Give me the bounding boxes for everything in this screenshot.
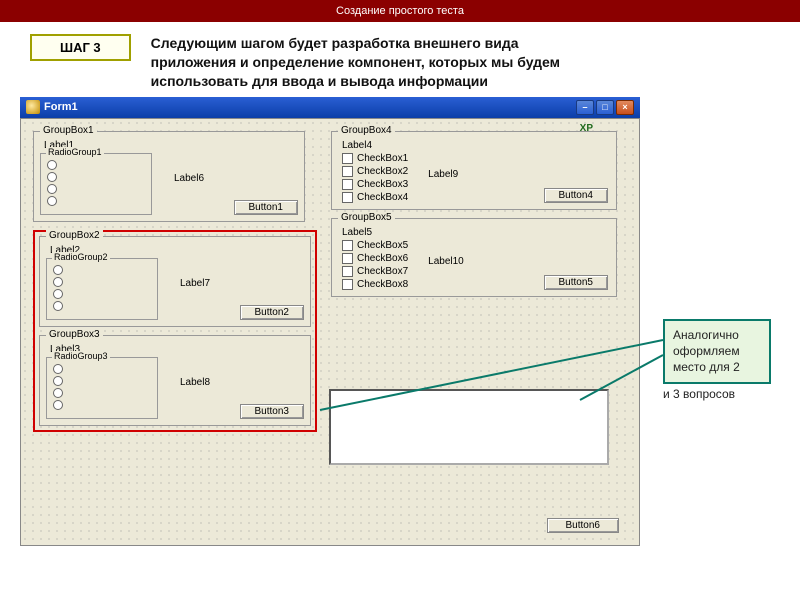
radio-item[interactable]: [53, 400, 151, 410]
checkbox-item[interactable]: CheckBox1: [342, 153, 408, 164]
radio-item[interactable]: [47, 160, 145, 170]
checkbox-label: CheckBox2: [357, 166, 408, 177]
checkbox-label: CheckBox5: [357, 240, 408, 251]
radiogroup-3[interactable]: RadioGroup3: [46, 357, 158, 419]
groupbox-title: GroupBox4: [338, 125, 395, 136]
radiogroup-2[interactable]: RadioGroup2: [46, 258, 158, 320]
highlight-box: GroupBox2 Label2 RadioGroup2 L: [33, 230, 317, 432]
groupbox-title: GroupBox3: [46, 329, 103, 340]
checkbox-item[interactable]: CheckBox8: [342, 279, 408, 290]
radio-item[interactable]: [53, 289, 151, 299]
groupbox-title: GroupBox1: [40, 125, 97, 136]
checkbox-icon: [342, 192, 353, 203]
form-window: Form1 – □ × XP GroupBox1 Label1 RadioGro…: [20, 97, 640, 546]
form-title: Form1: [44, 101, 78, 113]
radiogroup-title: RadioGroup1: [46, 147, 104, 157]
checkbox-label: CheckBox1: [357, 153, 408, 164]
radio-icon: [53, 400, 63, 410]
text-area[interactable]: [329, 389, 609, 465]
groupbox-4[interactable]: GroupBox4 Label4 CheckBox1 CheckBox2 Che…: [331, 131, 617, 210]
radio-icon: [47, 172, 57, 182]
callout-text: и 3 вопросов: [663, 386, 771, 402]
radio-item[interactable]: [47, 196, 145, 206]
button-3[interactable]: Button3: [240, 404, 304, 419]
radio-icon: [53, 388, 63, 398]
side-label: Label7: [180, 278, 304, 289]
button-4[interactable]: Button4: [544, 188, 608, 203]
radio-icon: [53, 265, 63, 275]
radio-item[interactable]: [53, 376, 151, 386]
radio-icon: [53, 277, 63, 287]
radio-item[interactable]: [47, 184, 145, 194]
checkbox-item[interactable]: CheckBox2: [342, 166, 408, 177]
radiogroup-1[interactable]: RadioGroup1: [40, 153, 152, 215]
checkbox-item[interactable]: CheckBox4: [342, 192, 408, 203]
radio-item[interactable]: [53, 265, 151, 275]
checkbox-label: CheckBox4: [357, 192, 408, 203]
label: Label4: [342, 140, 610, 151]
side-label: Label8: [180, 377, 304, 388]
groupbox-5[interactable]: GroupBox5 Label5 CheckBox5 CheckBox6 Che…: [331, 218, 617, 297]
groupbox-3[interactable]: GroupBox3 Label3 RadioGroup3 L: [39, 335, 311, 426]
radio-item[interactable]: [53, 277, 151, 287]
radio-icon: [53, 301, 63, 311]
button-5[interactable]: Button5: [544, 275, 608, 290]
radio-icon: [53, 289, 63, 299]
delphi-icon: [26, 100, 40, 114]
radio-item[interactable]: [53, 364, 151, 374]
callout-box: Аналогично оформляем место для 2: [663, 319, 771, 384]
groupbox-1[interactable]: GroupBox1 Label1 RadioGroup1 Label6 Bu: [33, 131, 305, 222]
checkbox-item[interactable]: CheckBox5: [342, 240, 408, 251]
checkbox-icon: [342, 179, 353, 190]
minimize-button[interactable]: –: [576, 100, 594, 115]
checkbox-icon: [342, 279, 353, 290]
checkbox-item[interactable]: CheckBox6: [342, 253, 408, 264]
radio-icon: [47, 184, 57, 194]
checkbox-item[interactable]: CheckBox7: [342, 266, 408, 277]
radiogroup-title: RadioGroup3: [52, 351, 110, 361]
intro-text: Следующим шагом будет разработка внешнег…: [151, 34, 561, 91]
radio-icon: [53, 364, 63, 374]
button-6[interactable]: Button6: [547, 518, 619, 533]
button-2[interactable]: Button2: [240, 305, 304, 320]
radio-item[interactable]: [53, 388, 151, 398]
checkbox-icon: [342, 166, 353, 177]
groupbox-2[interactable]: GroupBox2 Label2 RadioGroup2 L: [39, 236, 311, 327]
label: Label5: [342, 227, 610, 238]
titlebar[interactable]: Form1 – □ ×: [20, 97, 640, 118]
checkbox-icon: [342, 253, 353, 264]
checkbox-item[interactable]: CheckBox3: [342, 179, 408, 190]
groupbox-title: GroupBox2: [46, 230, 103, 241]
maximize-button[interactable]: □: [596, 100, 614, 115]
radiogroup-title: RadioGroup2: [52, 252, 110, 262]
radio-item[interactable]: [53, 301, 151, 311]
groupbox-title: GroupBox5: [338, 212, 395, 223]
side-label: Label9: [428, 169, 608, 180]
side-label: Label6: [174, 173, 298, 184]
checkbox-label: CheckBox3: [357, 179, 408, 190]
checkbox-icon: [342, 153, 353, 164]
checkbox-label: CheckBox8: [357, 279, 408, 290]
side-label: Label10: [428, 256, 608, 267]
radio-icon: [47, 160, 57, 170]
step-badge: ШАГ 3: [30, 34, 131, 61]
button-1[interactable]: Button1: [234, 200, 298, 215]
radio-icon: [53, 376, 63, 386]
radio-icon: [47, 196, 57, 206]
close-button[interactable]: ×: [616, 100, 634, 115]
checkbox-label: CheckBox6: [357, 253, 408, 264]
radio-item[interactable]: [47, 172, 145, 182]
checkbox-icon: [342, 266, 353, 277]
checkbox-icon: [342, 240, 353, 251]
checkbox-label: CheckBox7: [357, 266, 408, 277]
banner: Создание простого теста: [0, 0, 800, 22]
